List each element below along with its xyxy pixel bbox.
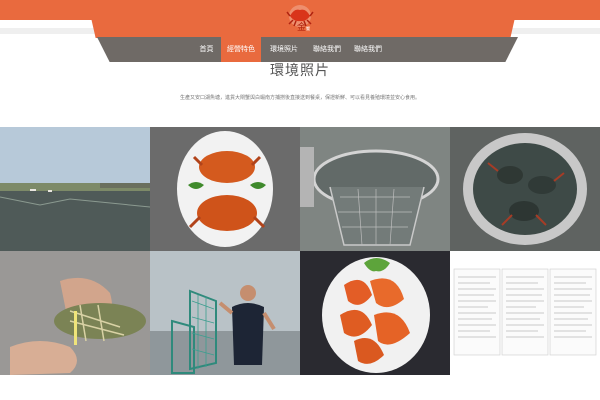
nav-item-home[interactable]: 首頁 [193, 37, 220, 62]
nav-item-contact-us[interactable]: 聯絡我們 [307, 37, 347, 62]
page-title: 環境照片 [270, 63, 330, 79]
header-left-strip [0, 20, 97, 28]
steamed-crab-dish-photo[interactable] [150, 127, 300, 251]
nav-item-environment-photos[interactable]: 環境照片 [264, 37, 304, 62]
svg-text:蟹: 蟹 [306, 25, 310, 31]
crab-trap-basket-photo[interactable] [300, 127, 450, 251]
intro-text: 生產又安口湖魚塘，進貨大閘蟹與白蝦南方捕撈後直接送到餐桌，保證新鮮、可以看見養殖… [179, 95, 420, 101]
crab-logo-icon[interactable]: 金 蟹 [284, 2, 316, 34]
nav-item-contact-us-2[interactable]: 聯絡我們 [348, 37, 388, 62]
fish-pond-photo[interactable] [0, 127, 150, 251]
nav-item-features[interactable]: 經營特色 [221, 37, 261, 62]
tied-crab-hands-photo[interactable] [0, 251, 150, 375]
grilled-shrimp-plate-photo[interactable] [300, 251, 450, 375]
header-right-strip [518, 20, 600, 28]
svg-text:金: 金 [297, 21, 306, 33]
crabs-in-basin-photo[interactable] [450, 127, 600, 251]
man-with-crab-nets-photo[interactable] [150, 251, 300, 375]
inspection-reports-photo[interactable] [450, 251, 600, 375]
